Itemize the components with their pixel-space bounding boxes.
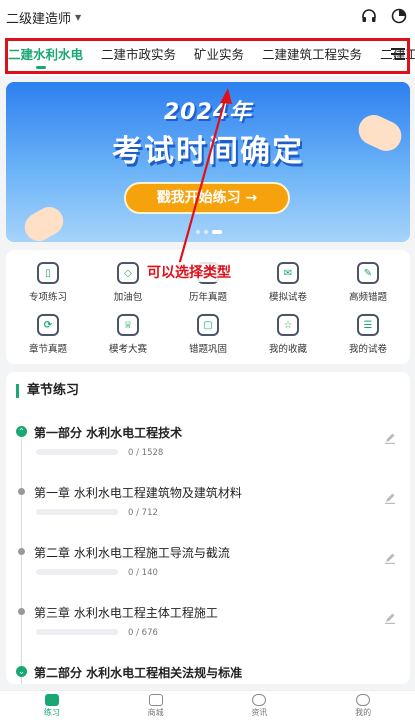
favorites-icon: ☆: [277, 314, 299, 336]
grid-item-mock-paper[interactable]: ✉ 模拟试卷: [248, 262, 328, 303]
node-bullet: [18, 548, 25, 555]
grid-label: 我的收藏: [268, 344, 307, 355]
tree-connector: [21, 438, 22, 684]
banner-year: 2024年: [163, 100, 253, 125]
grid-item-special-practice[interactable]: ▯ 专项练习: [8, 262, 88, 303]
node-title: 第二章 水利水电工程施工导流与截流: [34, 546, 230, 560]
grid-label: 专项练习: [28, 292, 67, 303]
pencil-icon[interactable]: [384, 432, 396, 444]
nav-label: 资讯: [251, 708, 268, 717]
grid-label: 模拟试卷: [268, 292, 307, 303]
expand-chevron-icon[interactable]: ⌄: [16, 666, 27, 677]
special-practice-icon: ▯: [37, 262, 59, 284]
pencil-icon[interactable]: [384, 552, 396, 564]
node-bullet: [18, 488, 25, 495]
grid-item-mock-contest[interactable]: ♕ 模考大赛: [88, 314, 168, 355]
node-title: 第一部分 水利水电工程技术: [34, 426, 183, 440]
chapter-questions-icon: ⟳: [37, 314, 59, 336]
banner-title: 考试时间确定: [112, 134, 304, 169]
nav-practice[interactable]: 练习: [0, 691, 104, 720]
timer-icon[interactable]: [391, 8, 407, 24]
node-count: 0 / 1528: [128, 448, 164, 458]
caret-down-icon: ▼: [75, 13, 82, 22]
pencil-icon[interactable]: [384, 612, 396, 624]
grid-label: 模考大赛: [108, 344, 147, 355]
carousel-dot: [196, 230, 200, 234]
node-count: 0 / 712: [128, 508, 158, 518]
grid-label: 高频错题: [348, 292, 387, 303]
pencil-icon[interactable]: [384, 492, 396, 504]
nav-me[interactable]: 我的: [311, 691, 415, 720]
progress-bar: [36, 569, 118, 575]
chapter-practice-section: 章节练习 ⌃ 第一部分 水利水电工程技术 0 / 1528 第一章 水利水电工程…: [6, 372, 410, 684]
expand-chevron-icon[interactable]: ⌃: [16, 426, 27, 437]
grid-item-favorites[interactable]: ☆ 我的收藏: [248, 314, 328, 355]
grid-label: 历年真题: [188, 292, 227, 303]
diamond-icon: ◇: [117, 262, 139, 284]
grid-item-frequent-errors[interactable]: ✎ 高频错题: [328, 262, 408, 303]
top-bar: 二级建造师 ▼: [0, 0, 415, 36]
start-practice-button[interactable]: 戳我开始练习 →: [124, 182, 290, 214]
carousel-dot: [204, 230, 208, 234]
grid-label: 章节真题: [28, 344, 67, 355]
grid-label: 加油包: [113, 292, 143, 303]
node-title: 第一章 水利水电工程建筑物及建筑材料: [34, 486, 242, 500]
node-title: 第二部分 水利水电工程相关法规与标准: [34, 666, 243, 680]
exam-level-selector[interactable]: 二级建造师 ▼: [6, 8, 81, 27]
mall-icon: [148, 694, 163, 706]
progress-bar: [36, 509, 118, 515]
carousel-dot-active: [212, 230, 222, 234]
progress-bar: [36, 449, 118, 455]
annotation-label: 可以选择类型: [145, 262, 233, 282]
nav-label: 我的: [355, 708, 372, 717]
grid-item-my-papers[interactable]: ☰ 我的试卷: [328, 314, 408, 355]
node-count: 0 / 676: [128, 628, 158, 638]
mock-paper-icon: ✉: [277, 262, 299, 284]
carousel-dots: [196, 230, 222, 234]
grid-label: 我的试卷: [348, 344, 387, 355]
trophy-icon: ♕: [117, 314, 139, 336]
nav-mall[interactable]: 商城: [104, 691, 208, 720]
highlight-frame: [5, 38, 410, 74]
bottom-nav: 练习 商城 资讯 我的: [0, 690, 415, 720]
grid-item-chapter-questions[interactable]: ⟳ 章节真题: [8, 314, 88, 355]
profile-icon: [356, 694, 371, 706]
promo-banner[interactable]: 2024年 考试时间确定 戳我开始练习 →: [6, 82, 410, 242]
frequent-errors-icon: ✎: [357, 262, 379, 284]
nav-label: 商城: [147, 708, 164, 717]
node-bullet: [18, 608, 25, 615]
node-title: 第三章 水利水电工程主体工程施工: [34, 606, 218, 620]
grid-item-error-review[interactable]: ▢ 错题巩固: [168, 314, 248, 355]
error-review-icon: ▢: [197, 314, 219, 336]
pointing-hand-left: [19, 201, 69, 242]
section-title: 章节练习: [16, 384, 79, 398]
exam-level-label: 二级建造师: [6, 12, 72, 27]
home-icon: [44, 694, 59, 706]
headset-icon[interactable]: [361, 8, 377, 24]
nav-label: 练习: [43, 708, 60, 717]
progress-bar: [36, 629, 118, 635]
node-count: 0 / 140: [128, 568, 158, 578]
category-tab-bar: 二建水利水电 二建市政实务 矿业实务 二建建筑工程实务 二建工程: [0, 36, 415, 76]
compass-icon: [252, 694, 267, 706]
grid-label: 错题巩固: [188, 344, 227, 355]
nav-news[interactable]: 资讯: [208, 691, 312, 720]
my-papers-icon: ☰: [357, 314, 379, 336]
